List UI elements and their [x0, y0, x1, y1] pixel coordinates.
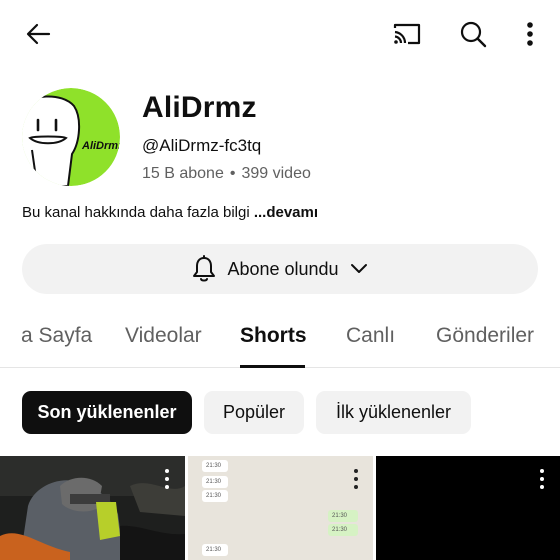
- channel-avatar[interactable]: AliDrmz: [22, 88, 120, 186]
- tab-posts[interactable]: Gönderiler: [436, 324, 534, 348]
- description-more-link[interactable]: ...devamı: [254, 204, 318, 221]
- subscribed-label: Abone olundu: [227, 258, 339, 279]
- chat-bubble: 21:30: [202, 544, 228, 556]
- short-thumbnail[interactable]: [376, 456, 560, 560]
- chat-bubble: 21:30: [328, 510, 358, 522]
- avatar-text: AliDrmz: [81, 140, 120, 152]
- chat-bubble: 21:30: [202, 490, 228, 502]
- short-more-button[interactable]: [535, 469, 549, 489]
- cast-button[interactable]: [387, 14, 427, 54]
- chat-bubble: 21:30: [328, 524, 358, 536]
- tab-shorts[interactable]: Shorts: [240, 324, 307, 348]
- search-icon: [460, 21, 487, 48]
- shorts-grid: 21:30 21:30 21:30 21:30 21:30 21:30: [0, 456, 560, 560]
- channel-name: AliDrmz: [142, 91, 257, 124]
- thumbnail-image: [0, 456, 185, 560]
- chip-latest[interactable]: Son yüklenenler: [22, 391, 192, 434]
- search-button[interactable]: [453, 14, 493, 54]
- video-count: 399 video: [241, 165, 311, 182]
- chip-oldest[interactable]: İlk yüklenenler: [316, 391, 471, 434]
- stats-separator: •: [229, 165, 236, 182]
- channel-tabs: a Sayfa Videolar Shorts Canlı Gönderiler: [0, 312, 560, 368]
- short-thumbnail[interactable]: [0, 456, 185, 560]
- arrow-left-icon: [26, 23, 51, 45]
- top-app-bar: [0, 0, 560, 70]
- bell-icon: [193, 255, 216, 282]
- back-button[interactable]: [18, 14, 58, 54]
- tab-videos[interactable]: Videolar: [125, 324, 202, 348]
- short-more-button[interactable]: [160, 469, 174, 489]
- channel-description[interactable]: Bu kanal hakkında daha fazla bilgi ...de…: [22, 204, 318, 221]
- subscriber-count: 15 B abone: [142, 165, 224, 182]
- short-more-button[interactable]: [349, 469, 363, 489]
- chat-bubble: 21:30: [202, 460, 228, 472]
- chip-popular[interactable]: Popüler: [204, 391, 304, 434]
- more-vert-icon: [527, 22, 533, 46]
- channel-header: AliDrmz AliDrmz @AliDrmz-fc3tq 15 B abon…: [22, 88, 542, 188]
- avatar-image: AliDrmz: [22, 88, 120, 186]
- chevron-down-icon: [350, 264, 367, 273]
- active-tab-indicator: [240, 365, 305, 368]
- cast-icon: [393, 23, 421, 45]
- description-text: Bu kanal hakkında daha fazla bilgi: [22, 204, 254, 221]
- channel-stats: 15 B abone • 399 video: [142, 165, 311, 183]
- tab-home[interactable]: a Sayfa: [21, 324, 92, 348]
- channel-handle: @AliDrmz-fc3tq: [142, 136, 262, 155]
- short-thumbnail[interactable]: 21:30 21:30 21:30 21:30 21:30 21:30: [188, 456, 373, 560]
- subscribed-button[interactable]: Abone olundu: [22, 244, 538, 294]
- chat-bubble: 21:30: [202, 476, 228, 488]
- more-options-button[interactable]: [510, 14, 550, 54]
- tab-live[interactable]: Canlı: [346, 324, 395, 348]
